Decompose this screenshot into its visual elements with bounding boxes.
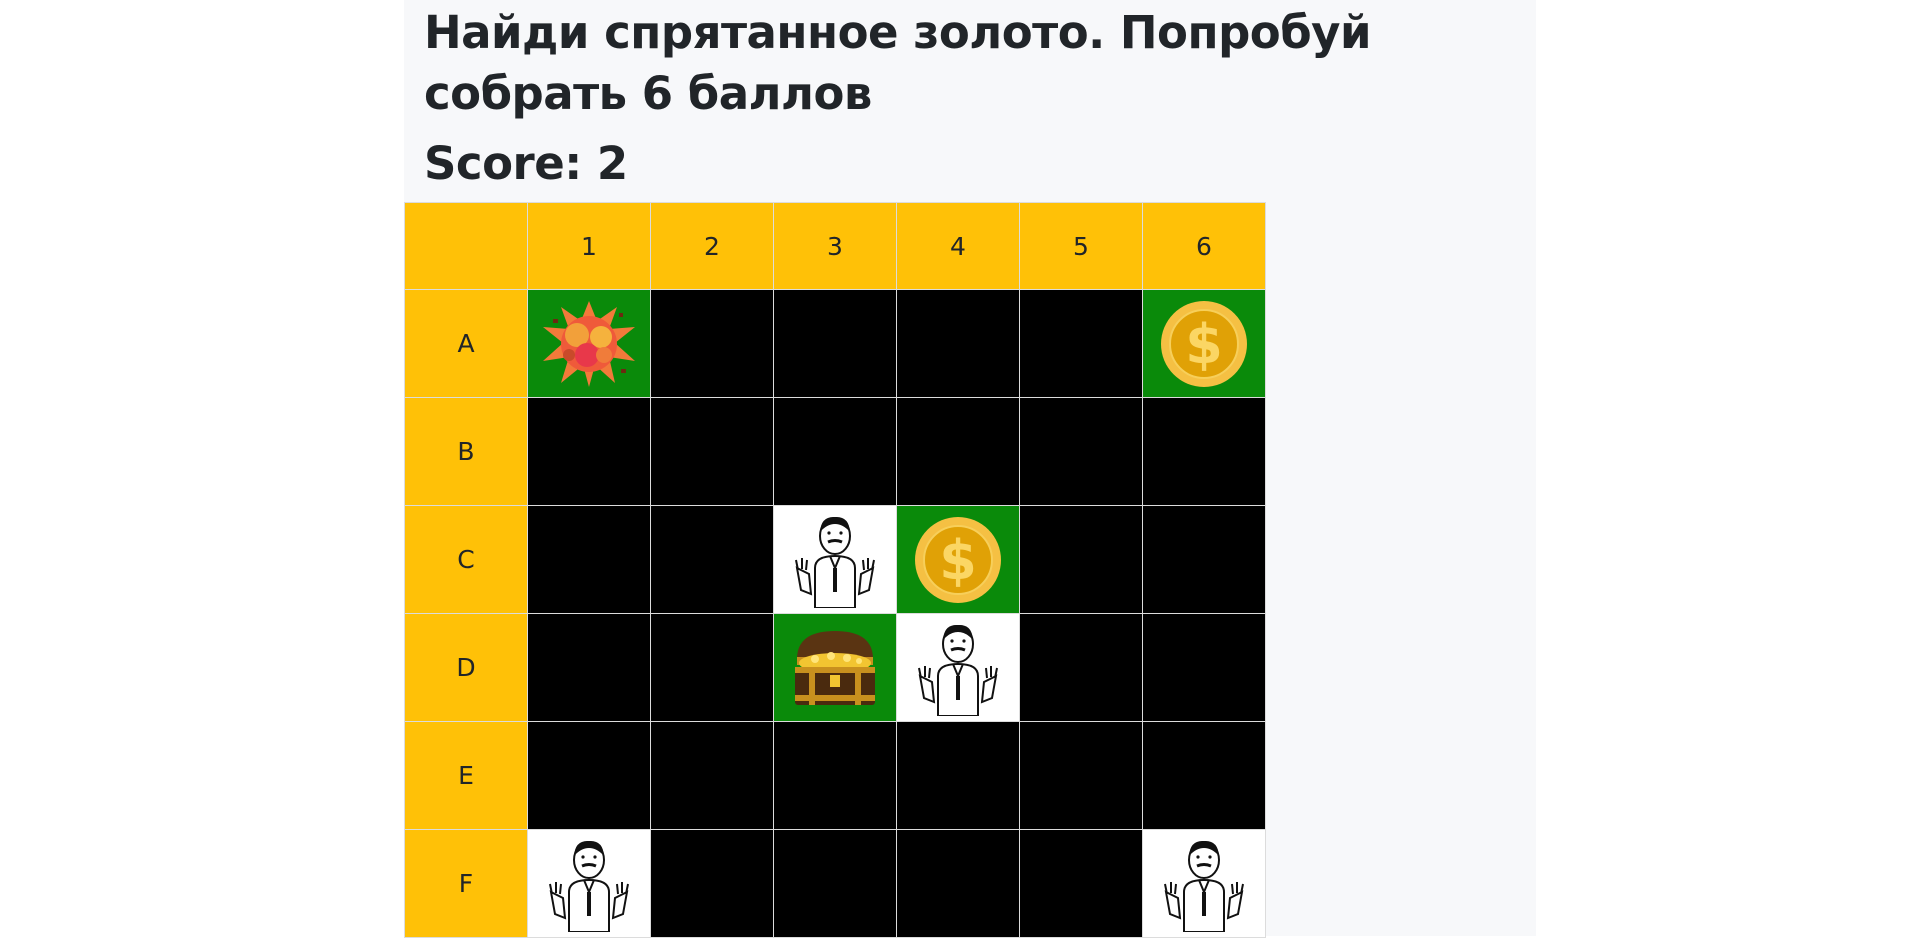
board-cell-B6[interactable]	[1142, 397, 1266, 506]
board-cell-B4[interactable]	[896, 397, 1020, 506]
row-header-B: B	[404, 397, 528, 506]
meme-face-icon	[918, 624, 998, 716]
gold-coin-icon: $	[1161, 300, 1247, 387]
board-row-A: A $	[404, 289, 1266, 398]
board-cell-E6[interactable]	[1142, 721, 1266, 830]
svg-text:$: $	[1185, 313, 1223, 376]
board-cell-F2[interactable]	[650, 829, 774, 938]
row-header-D: D	[404, 613, 528, 722]
column-header-1: 1	[527, 202, 651, 290]
board-cell-B3[interactable]	[773, 397, 897, 506]
board-cell-F3[interactable]	[773, 829, 897, 938]
board-row-B: B	[404, 397, 1266, 506]
board-cell-C4[interactable]: $	[896, 505, 1020, 614]
board-cell-B5[interactable]	[1019, 397, 1143, 506]
row-header-E: E	[404, 721, 528, 830]
board-cell-C3[interactable]	[773, 505, 897, 614]
gold-coin-icon: $	[915, 516, 1001, 603]
board-cell-F6[interactable]	[1142, 829, 1266, 938]
board-cell-C6[interactable]	[1142, 505, 1266, 614]
board-cell-F1[interactable]	[527, 829, 651, 938]
row-header-C: C	[404, 505, 528, 614]
board-cell-E4[interactable]	[896, 721, 1020, 830]
svg-text:$: $	[939, 529, 977, 592]
board-cell-B2[interactable]	[650, 397, 774, 506]
board-cell-C5[interactable]	[1019, 505, 1143, 614]
board-cell-D1[interactable]	[527, 613, 651, 722]
board-cell-A2[interactable]	[650, 289, 774, 398]
board-cell-A5[interactable]	[1019, 289, 1143, 398]
board-cell-A1[interactable]	[527, 289, 651, 398]
row-header-A: A	[404, 289, 528, 398]
corner-cell	[404, 202, 528, 290]
board-cell-A6[interactable]: $	[1142, 289, 1266, 398]
board-cell-E1[interactable]	[527, 721, 651, 830]
board-header-row: 123456	[404, 202, 1266, 290]
column-header-3: 3	[773, 202, 897, 290]
board-cell-D2[interactable]	[650, 613, 774, 722]
score-display: Score: 2	[424, 137, 628, 190]
board-row-D: D	[404, 613, 1266, 722]
board-row-F: F	[404, 829, 1266, 938]
board-cell-B1[interactable]	[527, 397, 651, 506]
game-board: 123456A $ BC $ D E F	[404, 202, 1266, 938]
board-cell-E3[interactable]	[773, 721, 897, 830]
board-cell-F4[interactable]	[896, 829, 1020, 938]
board-cell-D4[interactable]	[896, 613, 1020, 722]
board-cell-F5[interactable]	[1019, 829, 1143, 938]
meme-face-icon	[549, 840, 629, 932]
meme-face-icon	[1164, 840, 1244, 932]
row-header-F: F	[404, 829, 528, 938]
board-row-C: C $	[404, 505, 1266, 614]
column-header-6: 6	[1142, 202, 1266, 290]
board-cell-D6[interactable]	[1142, 613, 1266, 722]
explosion-icon	[543, 300, 635, 387]
board-cell-C2[interactable]	[650, 505, 774, 614]
page-title: Найди спрятанное золото. Попробуй собрат…	[424, 6, 1371, 120]
board-cell-A3[interactable]	[773, 289, 897, 398]
column-header-5: 5	[1019, 202, 1143, 290]
board-cell-C1[interactable]	[527, 505, 651, 614]
treasure-chest-icon	[795, 630, 875, 705]
meme-face-icon	[795, 516, 875, 608]
column-header-2: 2	[650, 202, 774, 290]
board-row-E: E	[404, 721, 1266, 830]
column-header-4: 4	[896, 202, 1020, 290]
board-cell-D5[interactable]	[1019, 613, 1143, 722]
board-cell-D3[interactable]	[773, 613, 897, 722]
board-cell-A4[interactable]	[896, 289, 1020, 398]
board-cell-E2[interactable]	[650, 721, 774, 830]
board-cell-E5[interactable]	[1019, 721, 1143, 830]
